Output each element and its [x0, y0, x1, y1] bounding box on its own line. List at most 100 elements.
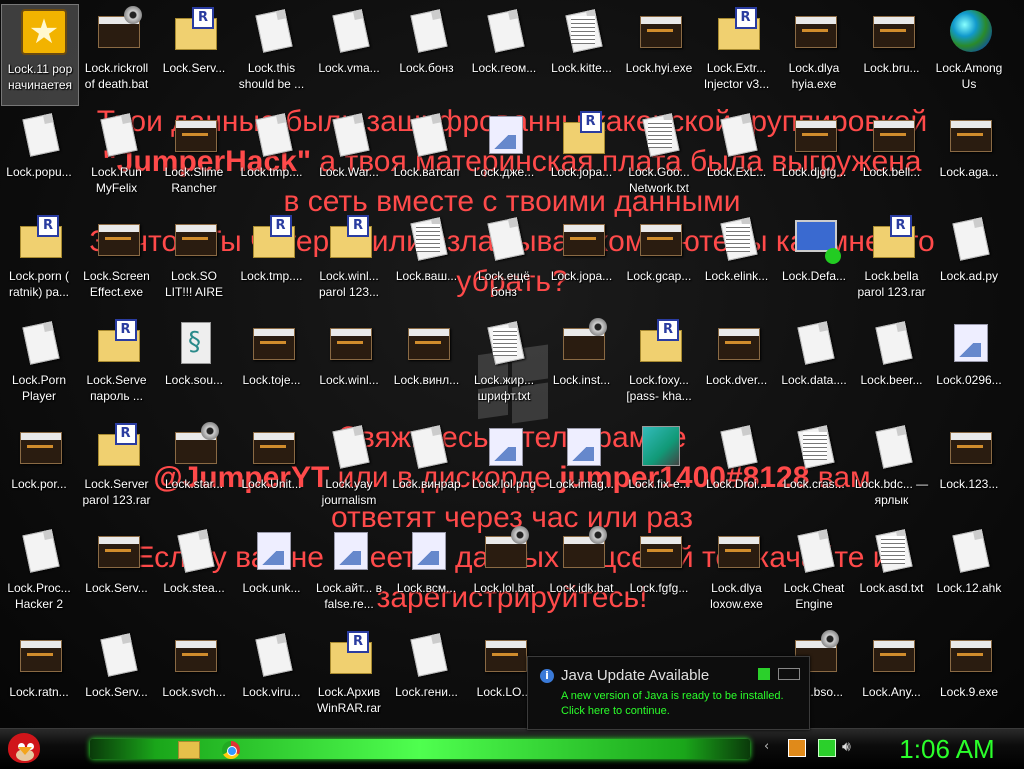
desktop-icon[interactable]: Lock.lol.png — [466, 420, 542, 520]
chrome-icon[interactable] — [222, 741, 240, 759]
notification-message[interactable]: A new version of Java is ready to be ins… — [561, 689, 806, 719]
desktop-icon[interactable]: Lock.ExL... — [699, 108, 775, 208]
desktop-icon[interactable]: Lock.hyi.exe — [621, 4, 697, 104]
desktop[interactable]: Твои данные были зашифрованны хакерской … — [0, 0, 1024, 728]
desktop-icon[interactable]: Lock.ещё бонз — [466, 212, 542, 312]
desktop-icon[interactable]: Lock.lol.bat — [466, 524, 542, 624]
desktop-icon[interactable]: Lock.Unit... — [234, 420, 310, 520]
desktop-icon[interactable]: Lock.kitte... — [544, 4, 620, 104]
desktop-icon[interactable]: Lock.Any... — [854, 628, 930, 728]
desktop-icon[interactable]: R Lock.winl... parol 123... — [311, 212, 387, 312]
java-update-notification[interactable]: i Java Update Available A new version of… — [527, 656, 810, 730]
desktop-icon[interactable]: Lock.dlya hyia.exe — [776, 4, 852, 104]
desktop-icon[interactable]: Lock.гени... — [389, 628, 465, 728]
clock[interactable]: 1:06 AM — [872, 733, 1022, 765]
desktop-icon[interactable]: Lock.this should be ... — [234, 4, 310, 104]
desktop-icon[interactable]: Lock.Serv... — [79, 628, 155, 728]
desktop-icon[interactable]: Lock.123... — [931, 420, 1007, 520]
start-button[interactable] — [4, 727, 44, 767]
desktop-icon[interactable]: Lock.beer... — [854, 316, 930, 416]
desktop-icon[interactable]: Lock.inst... — [544, 316, 620, 416]
desktop-icon[interactable]: Lock.Proc... Hacker 2 — [1, 524, 77, 624]
desktop-icon[interactable]: Lock.fix-e... — [621, 420, 697, 520]
desktop-icon[interactable]: Lock.dlya loxow.exe — [699, 524, 775, 624]
desktop-icon[interactable]: Lock.ваш... — [389, 212, 465, 312]
desktop-icon[interactable]: Lock.9.exe — [931, 628, 1007, 728]
desktop-icon-label: Lock.Any... — [862, 685, 921, 699]
desktop-icon[interactable]: Lock.Run MyFelix — [79, 108, 155, 208]
desktop-icon[interactable]: R Lock.bella parol 123.rar — [854, 212, 930, 312]
desktop-icon[interactable]: Lock.stea... — [156, 524, 232, 624]
desktop-icon[interactable]: Lock.popu... — [1, 108, 77, 208]
desktop-icon[interactable]: Lock.idk.bat — [544, 524, 620, 624]
volume-icon[interactable]: 🔊︎ — [842, 739, 858, 755]
desktop-icon[interactable]: Lock.rickroll of death.bat — [79, 4, 155, 104]
desktop-icon[interactable]: Lock.SO LIT!!! AIRE — [156, 212, 232, 312]
desktop-icon[interactable]: Lock.ratn... — [1, 628, 77, 728]
desktop-icon[interactable]: Lock.toje... — [234, 316, 310, 416]
desktop-icon[interactable]: Lock.bru... — [854, 4, 930, 104]
desktop-icon[interactable]: Lock.Droi... — [699, 420, 775, 520]
desktop-icon[interactable]: Lock.jopa... — [544, 212, 620, 312]
desktop-icon[interactable]: Lock.fgfg... — [621, 524, 697, 624]
desktop-icon[interactable]: Lock.всм... — [389, 524, 465, 624]
desktop-icon[interactable]: Lock.жир... шрифт.txt — [466, 316, 542, 416]
desktop-icon[interactable]: Lock.Goo... Network.txt — [621, 108, 697, 208]
desktop-icon[interactable]: Lock.ватсап — [389, 108, 465, 208]
network-icon[interactable] — [818, 739, 836, 757]
desktop-icon[interactable]: Lock.War... — [311, 108, 387, 208]
desktop-icon[interactable]: Lock.winl... — [311, 316, 387, 416]
desktop-icon[interactable]: Lock.ad.py — [931, 212, 1007, 312]
desktop-icon[interactable]: R Lock.foxy... [pass- kha... — [621, 316, 697, 416]
desktop-icon[interactable]: R Lock.jopa... — [544, 108, 620, 208]
desktop-icon[interactable]: Lock.djgfg... — [776, 108, 852, 208]
desktop-icon[interactable]: Lock.aga... — [931, 108, 1007, 208]
desktop-icon-label: Lock.Serv... — [85, 685, 148, 699]
desktop-icon[interactable]: Lock.vma... — [311, 4, 387, 104]
desktop-icon[interactable]: Lock.gcap... — [621, 212, 697, 312]
desktop-icon[interactable]: Lock.Serv... — [79, 524, 155, 624]
desktop-icon[interactable]: Lock.star... — [156, 420, 232, 520]
folder-icon[interactable] — [178, 741, 200, 759]
desktop-icon[interactable]: Lock.por... — [1, 420, 77, 520]
desktop-icon[interactable]: Lock.Cheat Engine — [776, 524, 852, 624]
java-update-icon[interactable] — [788, 739, 806, 757]
desktop-icon[interactable]: Lock.винрар — [389, 420, 465, 520]
desktop-icon[interactable]: Lock.tmp.... — [234, 108, 310, 208]
desktop-icon[interactable]: Lock.бонз — [389, 4, 465, 104]
desktop-icon[interactable]: R Lock.tmp.... — [234, 212, 310, 312]
desktop-icon[interactable]: R Lock.porn ( ratnik) pa... — [1, 212, 77, 312]
desktop-icon[interactable]: Lock.imag... — [544, 420, 620, 520]
desktop-icon[interactable]: Lock.12.ahk — [931, 524, 1007, 624]
desktop-icon[interactable]: Lock.bell... — [854, 108, 930, 208]
desktop-icon[interactable]: Lock.asd.txt — [854, 524, 930, 624]
desktop-icon[interactable]: Lock.sou... — [156, 316, 232, 416]
desktop-icon[interactable]: ★ Lock.11 рор начинаетея — [1, 4, 79, 106]
desktop-icon[interactable]: R Lock.Extr... Injector v3... — [699, 4, 775, 104]
desktop-icon[interactable]: R Lock.Server parol 123.rar — [79, 420, 155, 520]
desktop-icon[interactable]: Lock.bdc... — ярлык — [854, 420, 930, 520]
desktop-icon[interactable]: R Lock.Serve пароль ... — [79, 316, 155, 416]
desktop-icon[interactable]: Lock.viru... — [234, 628, 310, 728]
desktop-icon[interactable]: Lock.винл... — [389, 316, 465, 416]
desktop-icon[interactable]: Lock.Defa... — [776, 212, 852, 312]
desktop-icon[interactable]: Lock.Screen Effect.exe — [79, 212, 155, 312]
desktop-icon[interactable]: Lock.yay journalism — [311, 420, 387, 520]
chevron-icon[interactable]: ‹ — [764, 739, 780, 755]
desktop-icon[interactable]: Lock.unk... — [234, 524, 310, 624]
desktop-icon[interactable]: Lock.Slime Rancher — [156, 108, 232, 208]
desktop-icon[interactable]: Lock.дже... — [466, 108, 542, 208]
close-icon[interactable] — [778, 668, 800, 680]
desktop-icon[interactable]: Lock.Porn Player — [1, 316, 77, 416]
desktop-icon[interactable]: Lock.геом... — [466, 4, 542, 104]
desktop-icon[interactable]: Lock.dver... — [699, 316, 775, 416]
desktop-icon[interactable]: Lock.cras... — [776, 420, 852, 520]
desktop-icon[interactable]: Lock.svch... — [156, 628, 232, 728]
desktop-icon[interactable]: Lock.data.... — [776, 316, 852, 416]
desktop-icon[interactable]: Lock.айт... в false.re... — [311, 524, 387, 624]
desktop-icon[interactable]: Lock.elink... — [699, 212, 775, 312]
desktop-icon[interactable]: R Lock.Serv... — [156, 4, 232, 104]
desktop-icon[interactable]: Lock.0296... — [931, 316, 1007, 416]
desktop-icon[interactable]: R Lock.Архив WinRAR.rar — [311, 628, 387, 728]
desktop-icon[interactable]: Lock.Among Us — [931, 4, 1007, 104]
